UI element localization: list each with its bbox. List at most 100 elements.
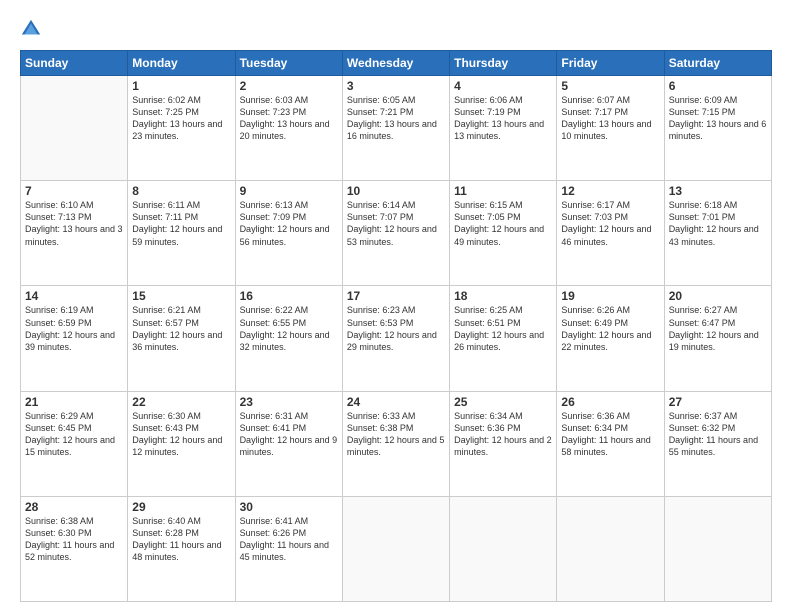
day-number: 14 (25, 289, 123, 303)
day-number: 1 (132, 79, 230, 93)
day-cell: 30Sunrise: 6:41 AMSunset: 6:26 PMDayligh… (235, 496, 342, 601)
day-number: 3 (347, 79, 445, 93)
day-info: Sunrise: 6:05 AMSunset: 7:21 PMDaylight:… (347, 94, 445, 143)
week-row-3: 14Sunrise: 6:19 AMSunset: 6:59 PMDayligh… (21, 286, 772, 391)
day-number: 12 (561, 184, 659, 198)
day-info: Sunrise: 6:23 AMSunset: 6:53 PMDaylight:… (347, 304, 445, 353)
day-number: 29 (132, 500, 230, 514)
logo (20, 18, 44, 42)
day-cell: 27Sunrise: 6:37 AMSunset: 6:32 PMDayligh… (664, 391, 771, 496)
day-number: 4 (454, 79, 552, 93)
day-cell: 12Sunrise: 6:17 AMSunset: 7:03 PMDayligh… (557, 181, 664, 286)
week-row-4: 21Sunrise: 6:29 AMSunset: 6:45 PMDayligh… (21, 391, 772, 496)
day-info: Sunrise: 6:29 AMSunset: 6:45 PMDaylight:… (25, 410, 123, 459)
weekday-thursday: Thursday (450, 51, 557, 76)
day-number: 13 (669, 184, 767, 198)
day-cell (450, 496, 557, 601)
day-number: 28 (25, 500, 123, 514)
day-info: Sunrise: 6:27 AMSunset: 6:47 PMDaylight:… (669, 304, 767, 353)
day-cell: 3Sunrise: 6:05 AMSunset: 7:21 PMDaylight… (342, 76, 449, 181)
day-info: Sunrise: 6:02 AMSunset: 7:25 PMDaylight:… (132, 94, 230, 143)
day-info: Sunrise: 6:06 AMSunset: 7:19 PMDaylight:… (454, 94, 552, 143)
day-number: 27 (669, 395, 767, 409)
day-cell (21, 76, 128, 181)
day-number: 22 (132, 395, 230, 409)
day-number: 23 (240, 395, 338, 409)
day-cell: 5Sunrise: 6:07 AMSunset: 7:17 PMDaylight… (557, 76, 664, 181)
day-cell: 19Sunrise: 6:26 AMSunset: 6:49 PMDayligh… (557, 286, 664, 391)
day-info: Sunrise: 6:37 AMSunset: 6:32 PMDaylight:… (669, 410, 767, 459)
day-cell (664, 496, 771, 601)
day-cell: 6Sunrise: 6:09 AMSunset: 7:15 PMDaylight… (664, 76, 771, 181)
day-cell (557, 496, 664, 601)
day-info: Sunrise: 6:22 AMSunset: 6:55 PMDaylight:… (240, 304, 338, 353)
day-info: Sunrise: 6:26 AMSunset: 6:49 PMDaylight:… (561, 304, 659, 353)
day-cell: 10Sunrise: 6:14 AMSunset: 7:07 PMDayligh… (342, 181, 449, 286)
day-cell: 14Sunrise: 6:19 AMSunset: 6:59 PMDayligh… (21, 286, 128, 391)
week-row-5: 28Sunrise: 6:38 AMSunset: 6:30 PMDayligh… (21, 496, 772, 601)
day-number: 25 (454, 395, 552, 409)
day-number: 19 (561, 289, 659, 303)
page: SundayMondayTuesdayWednesdayThursdayFrid… (0, 0, 792, 612)
day-cell: 22Sunrise: 6:30 AMSunset: 6:43 PMDayligh… (128, 391, 235, 496)
day-cell: 29Sunrise: 6:40 AMSunset: 6:28 PMDayligh… (128, 496, 235, 601)
day-cell: 4Sunrise: 6:06 AMSunset: 7:19 PMDaylight… (450, 76, 557, 181)
day-cell: 23Sunrise: 6:31 AMSunset: 6:41 PMDayligh… (235, 391, 342, 496)
day-info: Sunrise: 6:40 AMSunset: 6:28 PMDaylight:… (132, 515, 230, 564)
day-cell: 26Sunrise: 6:36 AMSunset: 6:34 PMDayligh… (557, 391, 664, 496)
day-number: 7 (25, 184, 123, 198)
day-cell: 16Sunrise: 6:22 AMSunset: 6:55 PMDayligh… (235, 286, 342, 391)
weekday-friday: Friday (557, 51, 664, 76)
weekday-wednesday: Wednesday (342, 51, 449, 76)
day-cell: 1Sunrise: 6:02 AMSunset: 7:25 PMDaylight… (128, 76, 235, 181)
day-cell: 2Sunrise: 6:03 AMSunset: 7:23 PMDaylight… (235, 76, 342, 181)
day-info: Sunrise: 6:36 AMSunset: 6:34 PMDaylight:… (561, 410, 659, 459)
day-number: 18 (454, 289, 552, 303)
day-cell: 11Sunrise: 6:15 AMSunset: 7:05 PMDayligh… (450, 181, 557, 286)
day-number: 17 (347, 289, 445, 303)
day-number: 10 (347, 184, 445, 198)
day-cell: 28Sunrise: 6:38 AMSunset: 6:30 PMDayligh… (21, 496, 128, 601)
day-number: 6 (669, 79, 767, 93)
day-cell: 20Sunrise: 6:27 AMSunset: 6:47 PMDayligh… (664, 286, 771, 391)
day-number: 2 (240, 79, 338, 93)
day-cell: 13Sunrise: 6:18 AMSunset: 7:01 PMDayligh… (664, 181, 771, 286)
day-info: Sunrise: 6:18 AMSunset: 7:01 PMDaylight:… (669, 199, 767, 248)
day-number: 21 (25, 395, 123, 409)
day-cell: 17Sunrise: 6:23 AMSunset: 6:53 PMDayligh… (342, 286, 449, 391)
day-info: Sunrise: 6:41 AMSunset: 6:26 PMDaylight:… (240, 515, 338, 564)
day-info: Sunrise: 6:31 AMSunset: 6:41 PMDaylight:… (240, 410, 338, 459)
header (20, 18, 772, 42)
day-cell (342, 496, 449, 601)
day-info: Sunrise: 6:25 AMSunset: 6:51 PMDaylight:… (454, 304, 552, 353)
day-number: 11 (454, 184, 552, 198)
calendar: SundayMondayTuesdayWednesdayThursdayFrid… (20, 50, 772, 602)
day-cell: 15Sunrise: 6:21 AMSunset: 6:57 PMDayligh… (128, 286, 235, 391)
day-info: Sunrise: 6:07 AMSunset: 7:17 PMDaylight:… (561, 94, 659, 143)
day-number: 15 (132, 289, 230, 303)
day-info: Sunrise: 6:14 AMSunset: 7:07 PMDaylight:… (347, 199, 445, 248)
day-cell: 25Sunrise: 6:34 AMSunset: 6:36 PMDayligh… (450, 391, 557, 496)
day-info: Sunrise: 6:13 AMSunset: 7:09 PMDaylight:… (240, 199, 338, 248)
day-cell: 18Sunrise: 6:25 AMSunset: 6:51 PMDayligh… (450, 286, 557, 391)
day-number: 8 (132, 184, 230, 198)
weekday-tuesday: Tuesday (235, 51, 342, 76)
weekday-monday: Monday (128, 51, 235, 76)
day-info: Sunrise: 6:19 AMSunset: 6:59 PMDaylight:… (25, 304, 123, 353)
day-number: 16 (240, 289, 338, 303)
day-cell: 24Sunrise: 6:33 AMSunset: 6:38 PMDayligh… (342, 391, 449, 496)
day-info: Sunrise: 6:33 AMSunset: 6:38 PMDaylight:… (347, 410, 445, 459)
day-number: 26 (561, 395, 659, 409)
day-info: Sunrise: 6:15 AMSunset: 7:05 PMDaylight:… (454, 199, 552, 248)
week-row-1: 1Sunrise: 6:02 AMSunset: 7:25 PMDaylight… (21, 76, 772, 181)
day-info: Sunrise: 6:03 AMSunset: 7:23 PMDaylight:… (240, 94, 338, 143)
day-number: 5 (561, 79, 659, 93)
day-info: Sunrise: 6:10 AMSunset: 7:13 PMDaylight:… (25, 199, 123, 248)
day-info: Sunrise: 6:38 AMSunset: 6:30 PMDaylight:… (25, 515, 123, 564)
day-info: Sunrise: 6:17 AMSunset: 7:03 PMDaylight:… (561, 199, 659, 248)
day-number: 20 (669, 289, 767, 303)
day-cell: 21Sunrise: 6:29 AMSunset: 6:45 PMDayligh… (21, 391, 128, 496)
day-cell: 7Sunrise: 6:10 AMSunset: 7:13 PMDaylight… (21, 181, 128, 286)
day-cell: 8Sunrise: 6:11 AMSunset: 7:11 PMDaylight… (128, 181, 235, 286)
weekday-sunday: Sunday (21, 51, 128, 76)
